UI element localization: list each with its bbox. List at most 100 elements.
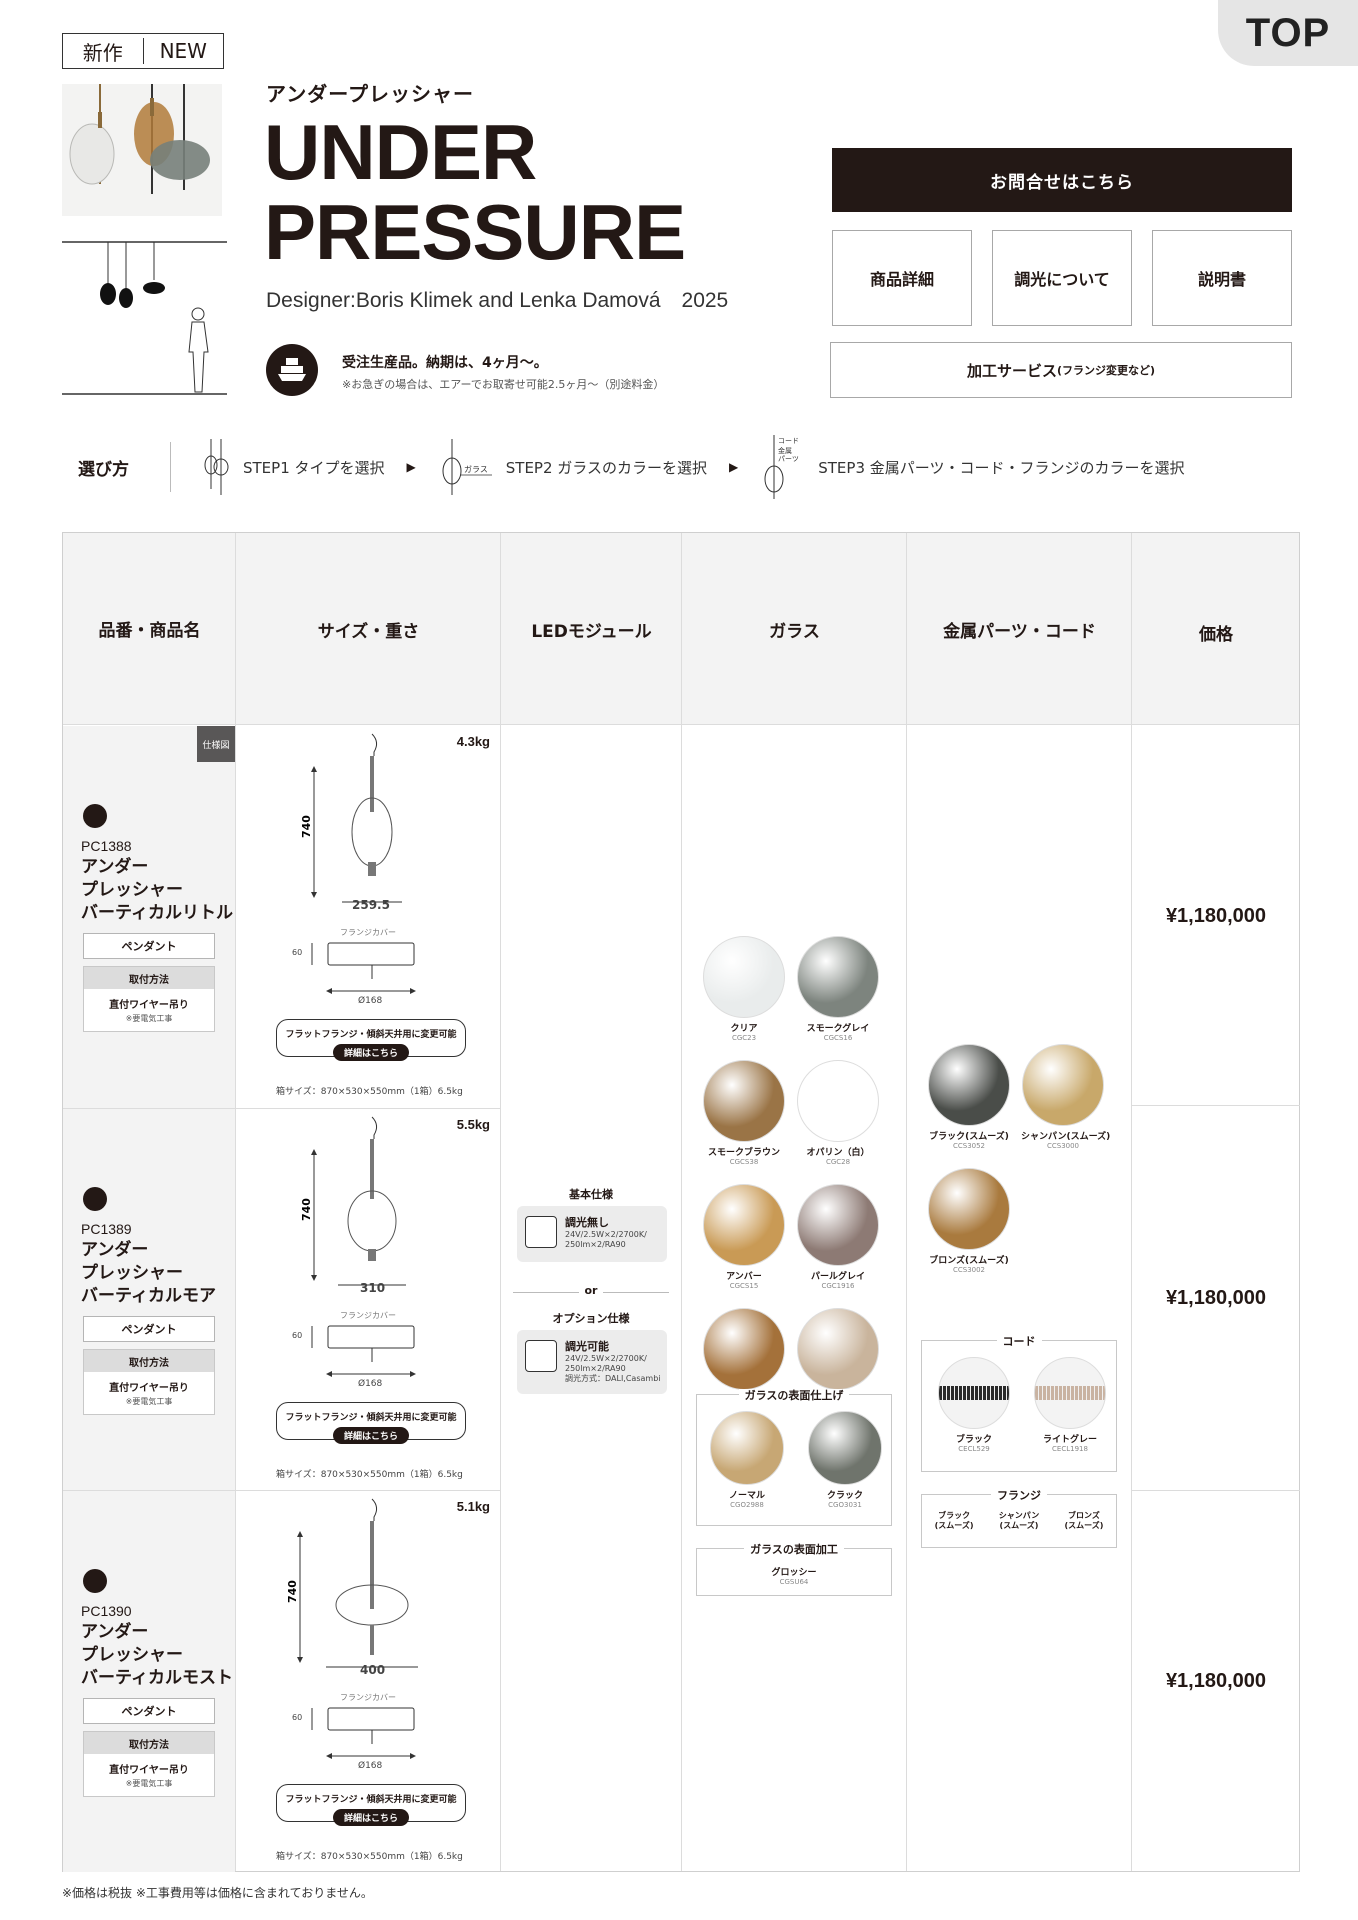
swatch-name: クリア <box>730 1024 758 1034</box>
metal-cord-cell: ブラック(スムーズ) CCS3052 シャンパン(スムーズ) CCS3000 ブロンズ(… <box>907 726 1131 1871</box>
flange-diameter: Ø168 <box>358 1761 383 1771</box>
flange-option: ブラック (スムーズ) <box>934 1511 974 1530</box>
swatch-sample <box>797 1184 879 1266</box>
glass-process-code: CGSU64 <box>779 1578 809 1586</box>
step-arrow-icon: ▶ <box>406 460 416 474</box>
swatch-sample <box>928 1044 1010 1126</box>
swatch-code: CGC28 <box>825 1158 851 1166</box>
swatch-code: CGC23 <box>731 1034 757 1042</box>
swatch-code: CGO2988 <box>730 1501 764 1509</box>
badge-jp: 新作 <box>82 40 123 65</box>
top-button[interactable]: TOP <box>1218 0 1358 66</box>
swatch-name: パールグレイ <box>810 1272 865 1282</box>
swatch-sample <box>703 1060 785 1142</box>
flange-height-dim: 60 <box>292 948 303 957</box>
header-glass: ガラス <box>769 621 820 642</box>
swatch-name: ブラック <box>955 1435 992 1445</box>
swatch-sample <box>797 1308 879 1390</box>
designer-credit: Designer:Boris Klimek and Lenka Damová 2… <box>266 289 729 312</box>
product-name: アンダー プレッシャー バーティカルモア <box>81 1240 216 1306</box>
service-label: 加工サービス <box>966 361 1057 380</box>
detail-link-button[interactable]: 詳細はこちら <box>333 1427 409 1444</box>
step-1: STEP1 タイプを選択 <box>201 439 385 495</box>
glass-process-title: ガラスの表面加工 <box>697 1541 891 1557</box>
mount-method-value: 直付ワイヤー吊り <box>109 1383 189 1394</box>
title-line-2: PRESSURE <box>264 188 686 276</box>
new-badge: 新作 NEW <box>62 33 224 69</box>
lamp-types-icon <box>204 439 229 495</box>
step-arrow-icon: ▶ <box>729 460 739 474</box>
color-swatch: ブロンズ(スムーズ) CCS3002 <box>927 1168 1011 1274</box>
mount-method-box: 取付方法 直付ワイヤー吊り ※要電気工事 <box>83 1731 215 1797</box>
swatch-sample <box>710 1411 784 1485</box>
height-dim: 740 <box>300 1198 313 1221</box>
led-option-title: オプション仕様 <box>552 1312 630 1325</box>
swatch-code: CGC1916 <box>821 1282 855 1290</box>
selection-steps: 選び方 STEP1 タイプを選択 ▶ ガラス STEP2 ガラスのカラーを選択 … <box>62 435 1292 499</box>
manual-button[interactable]: 説明書 <box>1152 230 1292 326</box>
type-tag: ペンダント <box>83 1698 215 1724</box>
dimming-info-button[interactable]: 調光について <box>992 230 1132 326</box>
product-kana-title: アンダープレッシャー <box>266 82 474 106</box>
svg-text:金属: 金属 <box>778 446 792 455</box>
mount-method-head: 取付方法 <box>84 1350 214 1372</box>
weight-value: 5.5kg <box>456 1117 490 1132</box>
cord-box: コード ブラック CECL529 ライトグレー CECL1918 <box>921 1335 1117 1472</box>
product-name: アンダー プレッシャー バーティカルモスト <box>81 1622 233 1688</box>
color-swatch: パールグレイ CGC1916 <box>796 1184 880 1290</box>
color-swatch: シャンパン(スムーズ) CCS3000 <box>1021 1044 1111 1150</box>
swatch-code: CCS3000 <box>1046 1142 1080 1150</box>
mount-method-box: 取付方法 直付ワイヤー吊り ※要電気工事 <box>83 1349 215 1415</box>
processing-service-button[interactable]: 加工サービス (フランジ変更など) <box>830 342 1292 398</box>
product-code: PC1390 <box>81 1603 132 1619</box>
table-row: PC1390 アンダー プレッシャー バーティカルモスト ペンダント 取付方法 … <box>63 1491 235 1872</box>
flat-flange-note: フラットフランジ・傾斜天井用に変更可能 詳細はこちら <box>276 1784 466 1826</box>
color-swatch: アンバー CGCS15 <box>702 1184 786 1290</box>
swatch-code: CGCS16 <box>823 1034 853 1042</box>
led-basic-spec: 24V/2.5W×2/2700K/ 250lm×2/RA90 <box>565 1230 647 1249</box>
header-price: 価格 <box>1199 624 1233 645</box>
box-size: 箱サイズ：870×530×550mm（1箱）6.5kg <box>276 1470 463 1480</box>
ship-icon <box>266 344 318 396</box>
mount-method-head: 取付方法 <box>84 967 214 989</box>
step-3: コード 金属 パーツ STEP3 金属パーツ・コード・フランジのカラーを選択 <box>760 435 1184 499</box>
header-product-name: 品番・商品名 <box>98 620 201 641</box>
flange-height-dim: 60 <box>292 1331 303 1340</box>
or-label: or <box>501 1284 681 1297</box>
flat-flange-note: フラットフランジ・傾斜天井用に変更可能 詳細はこちら <box>276 1402 466 1444</box>
color-swatch: スモークブラウン CGCS38 <box>702 1060 786 1166</box>
mount-method-note: ※要電気工事 <box>125 1014 173 1023</box>
product-photo <box>62 84 222 216</box>
size-weight-cell: 4.3kg 740 259.5 フランジカバー 60 Ø168 フラットフランジ… <box>236 726 500 1108</box>
size-weight-cell: 5.5kg 740 310 フランジカバー 60 Ø168 フラットフランジ・傾… <box>236 1109 500 1490</box>
swatch-sample <box>1022 1044 1104 1126</box>
detail-link-button[interactable]: 詳細はこちら <box>333 1044 409 1061</box>
flange-cover-label: フランジカバー <box>340 928 396 937</box>
lamp-dimension-drawing: 740 <box>286 1498 418 1668</box>
size-weight-cell: 5.1kg 740 400 フランジカバー 60 Ø168 フラットフランジ・傾… <box>236 1491 500 1872</box>
swatch-sample <box>1034 1357 1106 1429</box>
color-swatch: ライトグレー CECL1918 <box>1028 1357 1112 1453</box>
height-dim: 740 <box>286 1580 299 1603</box>
swatch-name: シャンパン(スムーズ) <box>1021 1132 1111 1142</box>
flange-option: ブロンズ (スムーズ) <box>1064 1511 1104 1530</box>
product-table: 品番・商品名 サイズ・重さ LEDモジュール ガラス 金属パーツ・コード 価格 … <box>62 532 1300 1872</box>
detail-link-button[interactable]: 詳細はこちら <box>333 1809 409 1826</box>
step-2-label: STEP2 ガラスのカラーを選択 <box>505 458 707 477</box>
contact-button[interactable]: お問合せはこちら <box>832 148 1292 212</box>
product-detail-button[interactable]: 商品詳細 <box>832 230 972 326</box>
swatch-sample <box>703 1184 785 1266</box>
color-swatch: ノーマル CGO2988 <box>705 1411 789 1509</box>
product-code: PC1389 <box>81 1221 132 1237</box>
swatch-name: スモークブラウン <box>707 1148 780 1158</box>
swatch-sample <box>797 1060 879 1142</box>
glass-icon-label: ガラス <box>464 464 488 474</box>
swatch-name: ブラック(スムーズ) <box>929 1132 1009 1142</box>
flange-diameter: Ø168 <box>358 1379 383 1389</box>
swatch-name: クラック <box>826 1491 863 1501</box>
swatch-name: ブロンズ(スムーズ) <box>929 1256 1009 1266</box>
swatch-code: CCS3052 <box>952 1142 986 1150</box>
spec-drawing-tag[interactable]: 仕様図 <box>197 726 235 762</box>
swatch-name: ライトグレー <box>1042 1435 1097 1445</box>
flange-option: シャンパン (スムーズ) <box>998 1511 1040 1530</box>
